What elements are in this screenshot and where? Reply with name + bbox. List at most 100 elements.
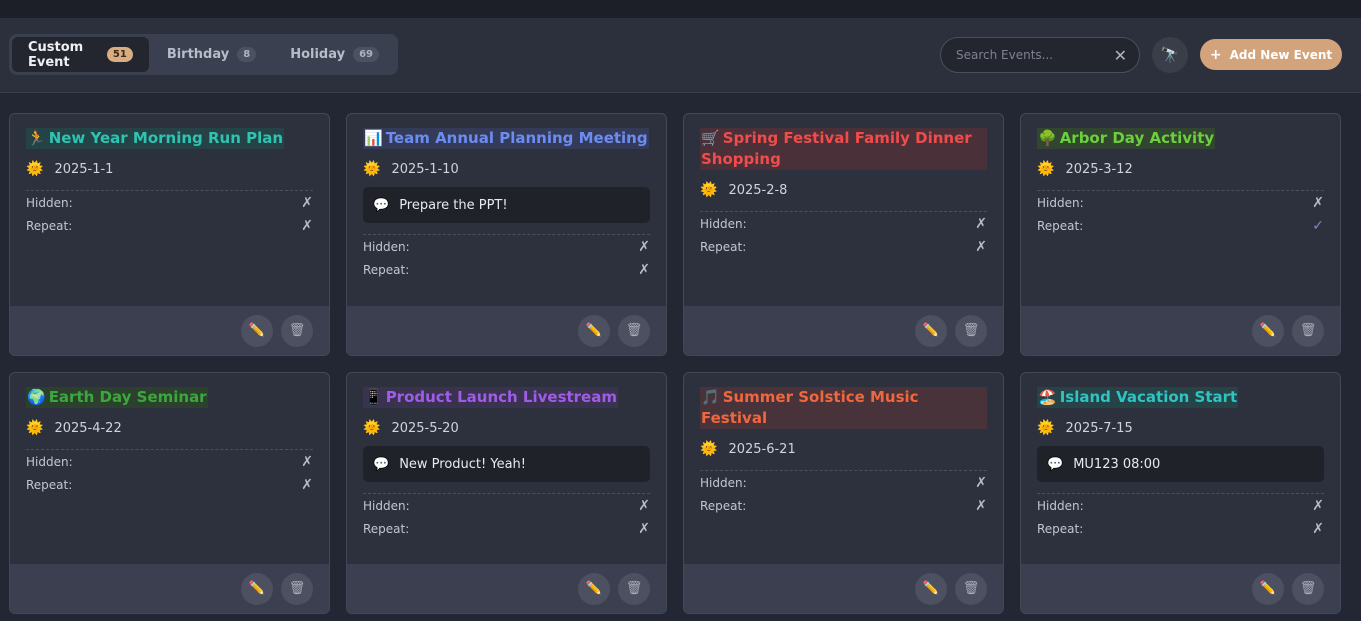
event-card[interactable]: 📱 Product Launch Livestream 🌞 2025-5-20 💬… [346,372,667,614]
card-actions: ✏️ 🗑 [684,306,1003,355]
repeat-row: Repeat: ✗ [700,235,987,258]
event-date-row: 🌞 2025-5-20 [363,418,650,438]
event-title: Arbor Day Activity [1059,129,1215,147]
delete-button[interactable]: 🗑 [1292,314,1324,347]
tab-custom-event[interactable]: Custom Event 51 [12,37,149,72]
edit-button[interactable]: ✏️ [1252,314,1284,347]
edit-button[interactable]: ✏️ [578,572,610,605]
edit-button[interactable]: ✏️ [915,314,947,347]
delete-button[interactable]: 🗑 [955,314,987,347]
delete-button[interactable]: 🗑 [618,572,650,605]
delete-button[interactable]: 🗑 [1292,572,1324,605]
sun-icon: 🌞 [1037,161,1055,177]
hidden-label: Hidden: [363,239,410,254]
event-card[interactable]: 🌳 Arbor Day Activity 🌞 2025-3-12 Hidden: … [1020,113,1341,356]
event-title-block: 🛒 Spring Festival Family Dinner Shopping [700,128,987,170]
hidden-row: Hidden: ✗ [700,471,987,494]
edit-button[interactable]: ✏️ [241,572,273,605]
repeat-status-icon: ✗ [1312,520,1324,537]
telescope-button[interactable]: 🔭 [1152,37,1188,73]
repeat-status-icon: ✓ [1312,217,1324,234]
event-title-block: 🏖️ Island Vacation Start [1037,387,1239,408]
tab-birthday[interactable]: Birthday 8 [151,37,272,72]
delete-button[interactable]: 🗑 [618,314,650,347]
hidden-status-icon: ✗ [301,453,313,470]
event-card[interactable]: 🌍 Earth Day Seminar 🌞 2025-4-22 Hidden: ✗… [9,372,330,614]
hidden-row: Hidden: ✗ [1037,191,1324,214]
search-input[interactable] [956,48,1114,62]
card-actions: ✏️ 🗑 [1021,306,1340,355]
event-title: Product Launch Livestream [385,388,617,406]
event-title-block: 🌳 Arbor Day Activity [1037,128,1216,149]
sun-icon: 🌞 [26,420,44,436]
add-new-event-button[interactable]: + Add New Event [1200,39,1342,70]
edit-button[interactable]: ✏️ [915,572,947,605]
tab-holiday[interactable]: Holiday 69 [274,37,395,72]
event-card[interactable]: 🏃 New Year Morning Run Plan 🌞 2025-1-1 Hi… [9,113,330,356]
hidden-status-icon: ✗ [638,497,650,514]
card-actions: ✏️ 🗑 [347,306,666,355]
pencil-icon: ✏️ [248,323,266,338]
trash-icon: 🗑 [962,323,980,338]
hidden-status-icon: ✗ [1312,194,1324,211]
hidden-row: Hidden: ✗ [363,494,650,517]
event-note: 💬 MU123 08:00 [1037,446,1324,482]
repeat-status-icon: ✗ [975,497,987,514]
repeat-status-icon: ✗ [638,261,650,278]
event-date-row: 🌞 2025-4-22 [26,418,313,438]
event-emoji-icon: 🌳 [1038,129,1057,147]
speech-bubble-icon: 💬 [1047,456,1064,472]
hidden-status-icon: ✗ [301,194,313,211]
pencil-icon: ✏️ [585,581,603,596]
repeat-label: Repeat: [700,239,747,254]
event-card[interactable]: 📊 Team Annual Planning Meeting 🌞 2025-1-1… [346,113,667,356]
repeat-row: Repeat: ✗ [363,258,650,281]
telescope-icon: 🔭 [1160,46,1180,64]
event-card[interactable]: 🎵 Summer Solstice Music Festival 🌞 2025-6… [683,372,1004,614]
repeat-label: Repeat: [26,477,73,492]
event-title-block: 🌍 Earth Day Seminar [26,387,208,408]
hidden-label: Hidden: [26,195,73,210]
hidden-status-icon: ✗ [975,474,987,491]
tab-label: Holiday [290,47,346,62]
pencil-icon: ✏️ [1259,323,1277,338]
event-emoji-icon: 📊 [364,129,383,147]
pencil-icon: ✏️ [1259,581,1277,596]
event-date: 2025-1-10 [391,161,459,177]
pencil-icon: ✏️ [585,323,603,338]
clear-icon[interactable]: ✕ [1114,46,1127,65]
note-text: New Product! Yeah! [399,456,527,472]
repeat-status-icon: ✗ [301,217,313,234]
speech-bubble-icon: 💬 [373,197,390,213]
event-date: 2025-7-15 [1065,420,1133,436]
hidden-label: Hidden: [700,216,747,231]
delete-button[interactable]: 🗑 [281,314,313,347]
edit-button[interactable]: ✏️ [241,314,273,347]
event-date-row: 🌞 2025-7-15 [1037,418,1324,438]
delete-button[interactable]: 🗑 [281,572,313,605]
event-date-row: 🌞 2025-1-1 [26,159,313,179]
count-badge: 51 [106,47,133,62]
event-card[interactable]: 🏖️ Island Vacation Start 🌞 2025-7-15 💬 MU… [1020,372,1341,614]
trash-icon: 🗑 [288,581,306,596]
event-card[interactable]: 🛒 Spring Festival Family Dinner Shopping … [683,113,1004,356]
hidden-row: Hidden: ✗ [26,191,313,214]
hidden-row: Hidden: ✗ [363,235,650,258]
event-date-row: 🌞 2025-3-12 [1037,159,1324,179]
hidden-label: Hidden: [363,498,410,513]
speech-bubble-icon: 💬 [373,456,390,472]
plus-icon: + [1209,46,1222,63]
hidden-label: Hidden: [1037,195,1084,210]
repeat-row: Repeat: ✗ [1037,517,1324,540]
trash-icon: 🗑 [625,323,643,338]
delete-button[interactable]: 🗑 [955,572,987,605]
event-type-tabs: Custom Event 51 Birthday 8 Holiday 69 [9,34,398,75]
hidden-row: Hidden: ✗ [1037,494,1324,517]
edit-button[interactable]: ✏️ [578,314,610,347]
event-title: Summer Solstice Music Festival [701,388,919,427]
top-strip [0,0,1361,18]
edit-button[interactable]: ✏️ [1252,572,1284,605]
repeat-label: Repeat: [1037,218,1084,233]
card-actions: ✏️ 🗑 [10,564,329,613]
add-button-label: Add New Event [1229,47,1333,62]
